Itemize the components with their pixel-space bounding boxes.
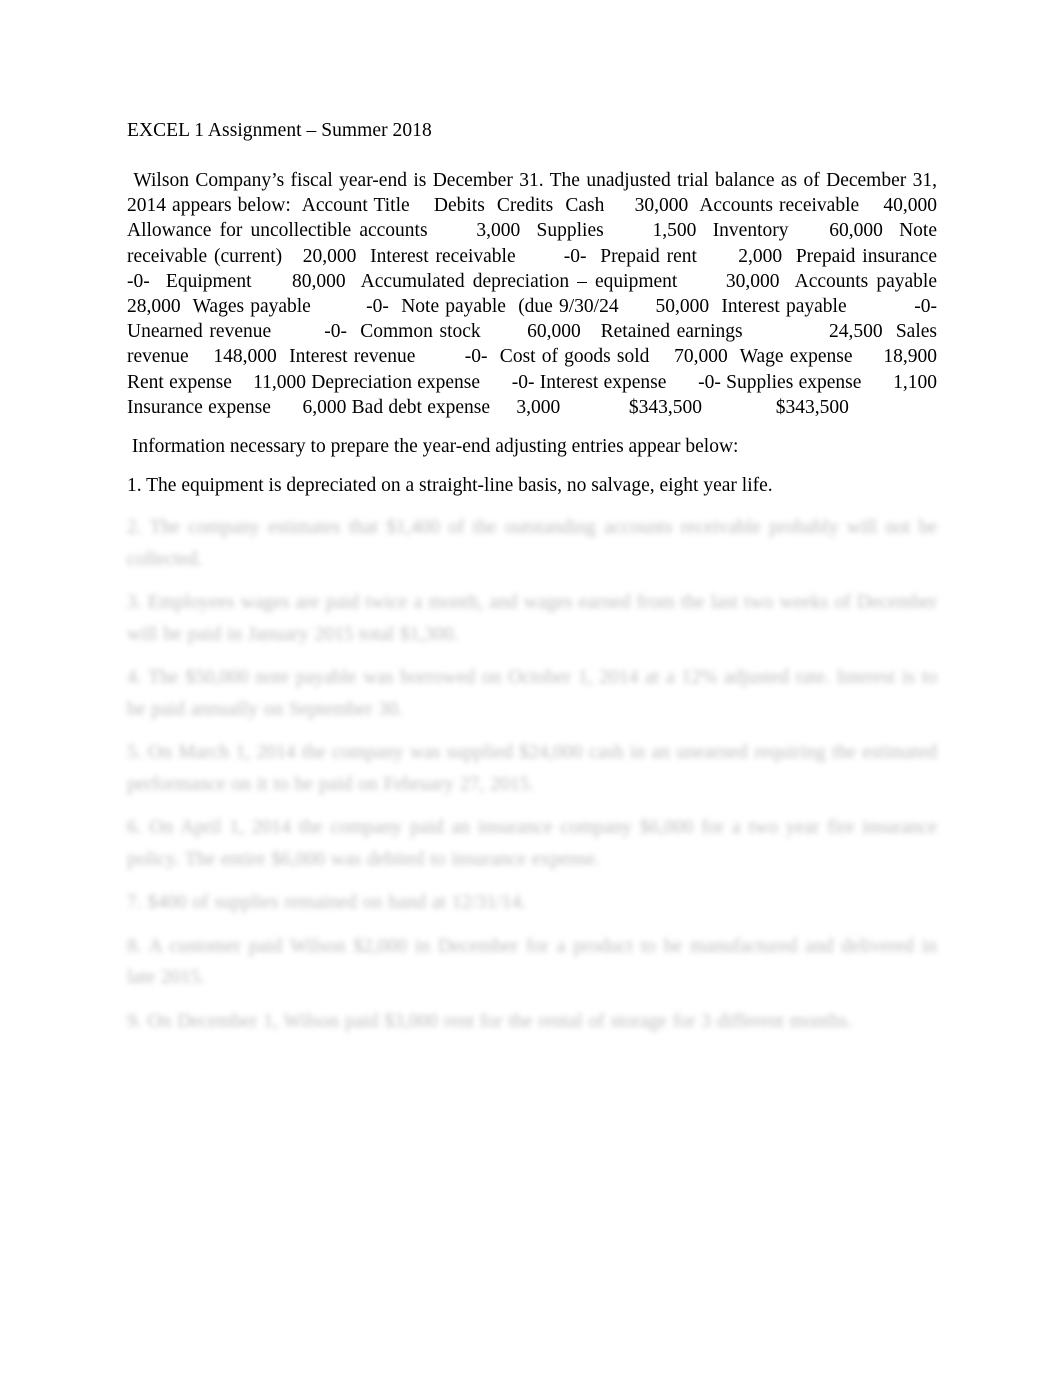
adjusting-entry-item-7: 7. $400 of supplies remained on hand at … <box>127 892 527 914</box>
adjusting-entry-item-3: 3. Employees wages are paid twice a mont… <box>127 592 943 645</box>
paragraph-gap-8 <box>127 875 937 887</box>
adjusting-entry-item-2: 2. The company estimates that $1,400 of … <box>127 517 943 570</box>
paragraph-gap-2 <box>127 459 937 473</box>
paragraph-gap-3 <box>127 498 937 512</box>
adjusting-entry-item-8: 8. A customer paid Wilson $2,000 in Dece… <box>127 935 943 989</box>
adjusting-entry-item-1: 1. The equipment is depreciated on a str… <box>127 475 773 497</box>
document-page: EXCEL 1 Assignment – Summer 2018 Wilson … <box>0 0 1062 1377</box>
document-title: EXCEL 1 Assignment – Summer 2018 <box>127 120 432 141</box>
document-body: EXCEL 1 Assignment – Summer 2018 Wilson … <box>127 118 937 1037</box>
paragraph-gap-5 <box>127 650 937 662</box>
paragraph-gap-4 <box>127 575 937 587</box>
adjusting-entry-item-4: 4. The $50,000 note payable was borrowed… <box>127 667 943 720</box>
paragraph-gap-7 <box>127 800 937 812</box>
information-intro-line: Information necessary to prepare the yea… <box>127 436 739 458</box>
paragraph-gap-6 <box>127 725 937 737</box>
adjusting-entry-item-6: 6. On April 1, 2014 the company paid an … <box>127 817 943 870</box>
paragraph-gap-10 <box>127 994 937 1006</box>
trial-balance-paragraph: Wilson Company’s fiscal year-end is Dece… <box>127 170 980 418</box>
adjusting-entry-item-5: 5. On March 1, 2014 the company was supp… <box>127 742 943 795</box>
adjusting-entry-item-9: 9. On December 1, Wilson paid $3,000 ren… <box>127 1010 852 1032</box>
title-spacer <box>127 143 937 168</box>
paragraph-gap-9 <box>127 919 937 931</box>
paragraph-gap-1 <box>127 420 937 434</box>
